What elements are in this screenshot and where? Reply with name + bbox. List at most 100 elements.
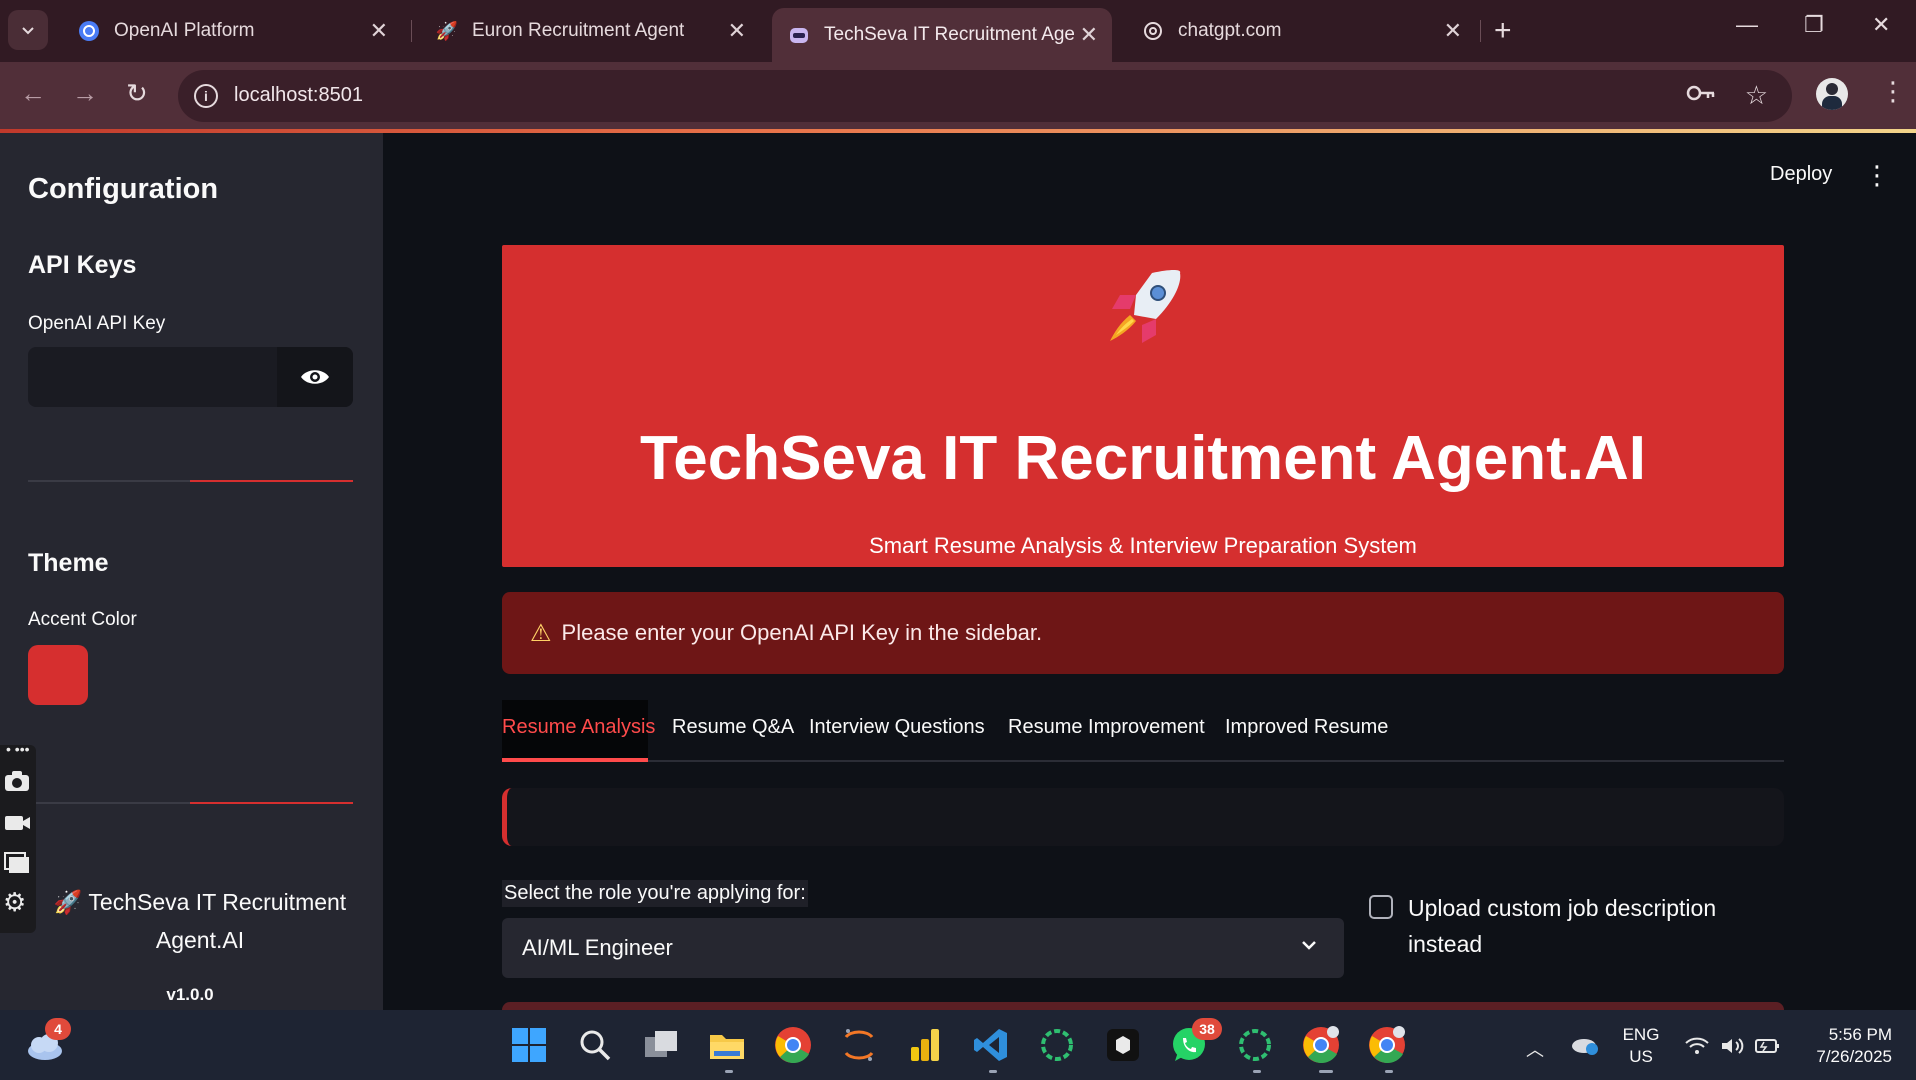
tab-improved-resume[interactable]: Improved Resume bbox=[1225, 700, 1388, 762]
lang-line-2: US bbox=[1629, 1047, 1653, 1066]
sidebar-divider bbox=[28, 480, 353, 482]
site-info-icon[interactable]: i bbox=[194, 84, 218, 108]
api-key-input[interactable] bbox=[28, 347, 353, 407]
windows-taskbar: 4 38 ︿ ENG US 5:56 PM 7/26/2025 bbox=[0, 1010, 1916, 1080]
gear-icon[interactable]: ⚙ bbox=[3, 887, 26, 918]
accent-color-picker[interactable] bbox=[28, 645, 88, 705]
show-password-button[interactable] bbox=[277, 347, 353, 407]
wifi-icon[interactable] bbox=[1684, 1036, 1710, 1061]
custom-jd-label[interactable]: Upload custom job description instead bbox=[1408, 890, 1748, 962]
weather-badge: 4 bbox=[45, 1018, 71, 1040]
profile-avatar[interactable] bbox=[1816, 78, 1848, 110]
windows-start-icon[interactable] bbox=[508, 1024, 550, 1066]
role-select-label: Select the role you're applying for: bbox=[502, 880, 808, 907]
close-window-icon[interactable]: ✕ bbox=[1872, 12, 1890, 38]
language-indicator[interactable]: ENG US bbox=[1622, 1024, 1660, 1068]
browser-tab-techseva[interactable]: TechSeva IT Recruitment Agent. ✕ bbox=[772, 8, 1112, 62]
camera-icon[interactable] bbox=[3, 769, 31, 800]
file-explorer-icon[interactable] bbox=[706, 1024, 748, 1066]
app-loader-icon[interactable] bbox=[1234, 1024, 1276, 1066]
chrome-profile-icon[interactable] bbox=[1300, 1024, 1342, 1066]
bookmark-star-icon[interactable]: ☆ bbox=[1745, 80, 1768, 111]
capture-toolbar: • ••• ⚙ bbox=[0, 741, 36, 933]
chrome-icon[interactable] bbox=[772, 1024, 814, 1066]
onedrive-icon[interactable] bbox=[1570, 1032, 1600, 1061]
tab-title: Euron Recruitment Agent bbox=[472, 20, 685, 41]
clock-date: 7/26/2025 bbox=[1816, 1047, 1892, 1066]
feature-tabs: Resume Analysis Resume Q&A Interview Que… bbox=[502, 700, 1784, 762]
more-dots-icon[interactable]: • ••• bbox=[6, 741, 30, 757]
search-icon[interactable] bbox=[574, 1024, 616, 1066]
reload-icon[interactable]: ↻ bbox=[126, 78, 148, 109]
next-section-peek bbox=[502, 1002, 1784, 1010]
openai-icon bbox=[78, 20, 100, 42]
volume-icon[interactable] bbox=[1720, 1036, 1746, 1061]
browser-tab-openai[interactable]: OpenAI Platform ✕ bbox=[62, 8, 402, 54]
url-text[interactable]: localhost:8501 bbox=[234, 84, 363, 107]
lang-line-1: ENG bbox=[1622, 1025, 1660, 1044]
app-version: v1.0.0 bbox=[166, 985, 214, 1004]
tab-resume-improvement[interactable]: Resume Improvement bbox=[1008, 700, 1205, 762]
robot-icon bbox=[788, 24, 810, 46]
back-icon[interactable]: ← bbox=[20, 78, 46, 109]
minimize-icon[interactable]: — bbox=[1736, 12, 1758, 38]
rocket-icon: 🚀 bbox=[53, 889, 83, 915]
api-key-warning: ⚠ Please enter your OpenAI API Key in th… bbox=[502, 592, 1784, 674]
role-select[interactable]: AI/ML Engineer bbox=[502, 918, 1344, 978]
browser-tab-euron[interactable]: 🚀 Euron Recruitment Agent ✕ bbox=[420, 8, 760, 54]
task-view-icon[interactable] bbox=[640, 1024, 682, 1066]
api-keys-heading: API Keys bbox=[28, 251, 137, 279]
sidebar-footer-title: 🚀 TechSeva IT Recruitment Agent.AI bbox=[40, 883, 360, 959]
close-icon[interactable]: ✕ bbox=[728, 18, 746, 44]
new-tab-button[interactable]: + bbox=[1494, 14, 1512, 48]
theme-heading: Theme bbox=[28, 549, 109, 577]
video-icon[interactable] bbox=[3, 811, 31, 842]
password-key-icon[interactable] bbox=[1686, 82, 1716, 110]
chevron-down-icon[interactable] bbox=[1300, 934, 1318, 960]
close-icon[interactable]: ✕ bbox=[1080, 22, 1098, 48]
tab-title: chatgpt.com bbox=[1178, 20, 1282, 41]
browser-tab-chatgpt[interactable]: chatgpt.com ✕ bbox=[1126, 8, 1476, 54]
address-bar[interactable]: i localhost:8501 ☆ bbox=[178, 70, 1792, 122]
sidebar-heading: Configuration bbox=[28, 173, 219, 205]
vscode-icon[interactable] bbox=[970, 1024, 1012, 1066]
app-loader-icon[interactable] bbox=[1036, 1024, 1078, 1066]
sidebar: Configuration API Keys OpenAI API Key Th… bbox=[0, 133, 383, 1010]
rocket-icon: 🚀 bbox=[435, 20, 459, 41]
tab-separator bbox=[411, 20, 412, 42]
restore-icon[interactable]: ❐ bbox=[1804, 12, 1824, 38]
close-icon[interactable]: ✕ bbox=[1444, 18, 1462, 44]
close-icon[interactable]: ✕ bbox=[370, 18, 388, 44]
window-capture-icon[interactable] bbox=[3, 851, 31, 882]
rocket-icon bbox=[1110, 270, 1181, 343]
role-select-value[interactable]: AI/ML Engineer bbox=[522, 935, 673, 961]
forward-icon[interactable]: → bbox=[72, 78, 98, 109]
terminal-box-icon[interactable] bbox=[1102, 1024, 1144, 1066]
analysis-info-box bbox=[502, 788, 1784, 846]
tab-resume-qa[interactable]: Resume Q&A bbox=[672, 700, 794, 762]
tab-interview-questions[interactable]: Interview Questions bbox=[809, 700, 985, 762]
api-key-label: OpenAI API Key bbox=[28, 313, 166, 334]
chevron-down-icon bbox=[22, 27, 34, 35]
accent-color-label: Accent Color bbox=[28, 609, 137, 630]
chrome-profile-icon[interactable] bbox=[1366, 1024, 1408, 1066]
power-bi-icon[interactable] bbox=[904, 1024, 946, 1066]
browser-menu-icon[interactable]: ⋮ bbox=[1880, 76, 1906, 107]
custom-jd-checkbox[interactable] bbox=[1369, 895, 1393, 919]
hero-title: TechSeva IT Recruitment Agent.AI bbox=[640, 424, 1646, 493]
eye-icon bbox=[301, 370, 329, 384]
footer-title-text: TechSeva IT Recruitment Agent.AI bbox=[88, 889, 347, 953]
clock-time: 5:56 PM bbox=[1828, 1025, 1892, 1044]
warning-icon: ⚠ bbox=[530, 619, 552, 647]
tab-search-button[interactable] bbox=[8, 10, 48, 50]
deploy-button[interactable]: Deploy bbox=[1770, 163, 1832, 186]
jupyter-icon[interactable] bbox=[838, 1024, 880, 1066]
hero-banner: TechSeva IT Recruitment Agent.AI Smart R… bbox=[502, 245, 1784, 567]
tab-resume-analysis[interactable]: Resume Analysis bbox=[502, 700, 655, 762]
chevron-up-icon[interactable]: ︿ bbox=[1526, 1036, 1544, 1062]
app-menu-icon[interactable]: ⋮ bbox=[1864, 160, 1890, 191]
browser-tab-strip: OpenAI Platform ✕ 🚀 Euron Recruitment Ag… bbox=[0, 0, 1916, 62]
browser-toolbar: ← → ↻ i localhost:8501 ☆ ⋮ bbox=[0, 62, 1916, 130]
sidebar-divider bbox=[28, 802, 353, 804]
system-clock[interactable]: 5:56 PM 7/26/2025 bbox=[1772, 1024, 1892, 1068]
